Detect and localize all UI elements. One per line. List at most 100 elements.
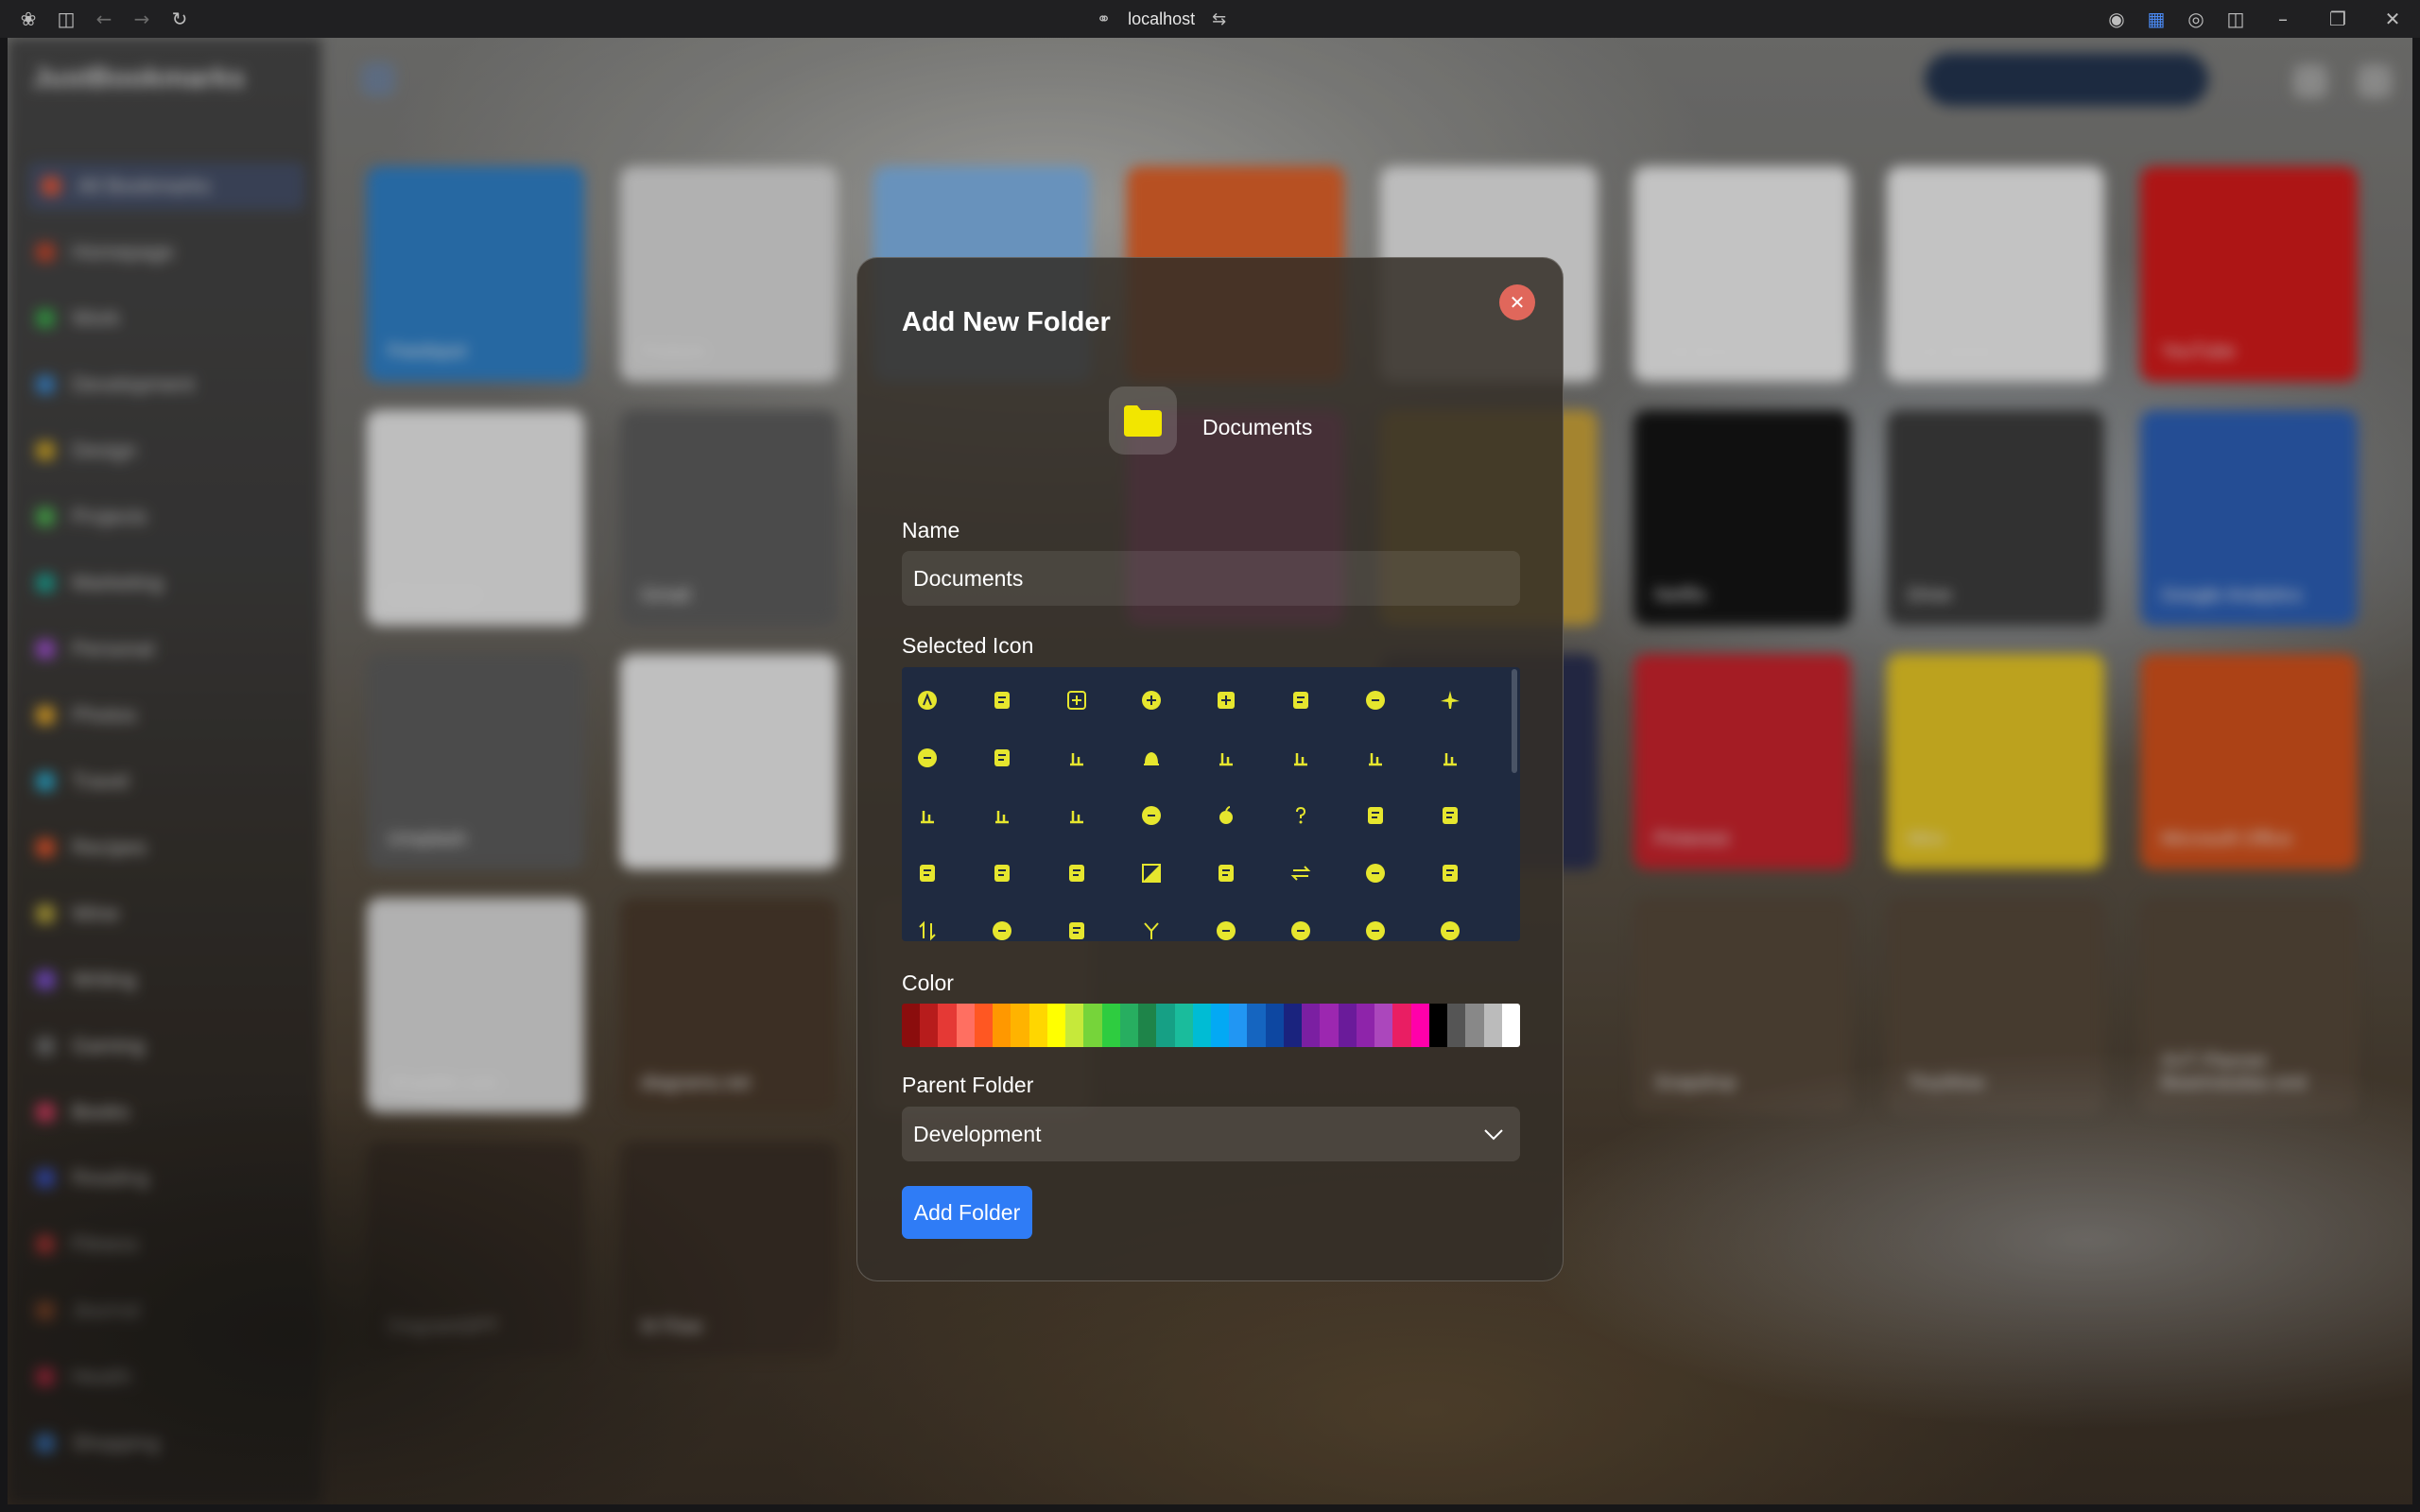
- color-swatch[interactable]: [1356, 1004, 1375, 1047]
- plus-circle-icon[interactable]: [1139, 688, 1164, 713]
- chevron-down-circle-icon[interactable]: [1214, 919, 1238, 941]
- parent-folder-select[interactable]: Development: [902, 1107, 1520, 1161]
- apple-icon[interactable]: [1214, 803, 1238, 828]
- color-swatch[interactable]: [1083, 1004, 1102, 1047]
- color-swatch[interactable]: [1192, 1004, 1211, 1047]
- color-swatch[interactable]: [1028, 1004, 1047, 1047]
- color-picker[interactable]: [902, 1004, 1520, 1047]
- arrows-updown-circle-icon[interactable]: [990, 919, 1014, 941]
- plus-square-icon[interactable]: [1064, 688, 1089, 713]
- arrows-circle-icon[interactable]: [1363, 861, 1388, 885]
- align-bottom-icon[interactable]: [1214, 746, 1238, 770]
- add-folder-button[interactable]: Add Folder: [902, 1186, 1032, 1239]
- color-swatch[interactable]: [920, 1004, 939, 1047]
- minimize-icon[interactable]: –: [2256, 0, 2310, 38]
- bookmark-flag-icon[interactable]: [1438, 803, 1462, 828]
- sidebar-toggle-icon[interactable]: ◫: [47, 0, 85, 38]
- selected-icon-label: Selected Icon: [902, 633, 1034, 658]
- split-view-icon[interactable]: ◫: [2216, 0, 2256, 38]
- color-swatch[interactable]: [956, 1004, 975, 1047]
- chevron-left-circle-icon[interactable]: [1363, 919, 1388, 941]
- align-center-icon[interactable]: [1288, 746, 1313, 770]
- color-swatch[interactable]: [1174, 1004, 1193, 1047]
- color-swatch[interactable]: [1119, 1004, 1139, 1047]
- forward-arrow-icon[interactable]: →: [123, 0, 161, 38]
- site-settings-icon[interactable]: ⇆: [1212, 9, 1226, 29]
- translate-icon[interactable]: ▦: [2136, 0, 2176, 38]
- color-swatch[interactable]: [1392, 1004, 1411, 1047]
- color-swatch[interactable]: [1465, 1004, 1484, 1047]
- icon-picker[interactable]: [902, 667, 1520, 941]
- clipboard-icon[interactable]: [915, 861, 940, 885]
- globe-icon[interactable]: ◎: [2176, 0, 2216, 38]
- color-swatch[interactable]: [1101, 1004, 1120, 1047]
- browser-toolbar: ❀ ◫ ← → ↻ ⚭ localhost ⇆ ◉ ▦ ◎ ◫ – ❐ ✕: [0, 0, 2420, 38]
- android-icon[interactable]: [1064, 803, 1089, 828]
- color-swatch[interactable]: [938, 1004, 957, 1047]
- swap-box-icon[interactable]: [1438, 861, 1462, 885]
- close-button[interactable]: ✕: [1499, 284, 1535, 320]
- align-top-icon[interactable]: [915, 803, 940, 828]
- arrows-swap-icon[interactable]: [1288, 861, 1313, 885]
- color-swatch[interactable]: [1247, 1004, 1266, 1047]
- color-swatch[interactable]: [1501, 1004, 1520, 1047]
- color-swatch[interactable]: [1065, 1004, 1084, 1047]
- close-window-icon[interactable]: ✕: [2365, 0, 2420, 38]
- bookmark-square-icon[interactable]: [1363, 803, 1388, 828]
- browser-logo-icon[interactable]: ❀: [9, 0, 47, 38]
- color-swatch[interactable]: [1410, 1004, 1429, 1047]
- color-swatch[interactable]: [1046, 1004, 1066, 1047]
- align-middle-icon[interactable]: [990, 803, 1014, 828]
- copy-plus-icon[interactable]: [1288, 688, 1313, 713]
- arrow-left-circle-icon[interactable]: [1438, 919, 1462, 941]
- restore-icon[interactable]: ❐: [2310, 0, 2365, 38]
- arrows-updown-icon[interactable]: [915, 919, 940, 941]
- color-swatch[interactable]: [1283, 1004, 1303, 1047]
- extension-icon[interactable]: ◉: [2097, 0, 2136, 38]
- arrows-updown-box-icon[interactable]: [1064, 919, 1089, 941]
- color-swatch[interactable]: [1138, 1004, 1157, 1047]
- aperture-icon[interactable]: [1139, 803, 1164, 828]
- arrow-down-circle-icon[interactable]: [1288, 919, 1313, 941]
- color-swatch[interactable]: [1483, 1004, 1502, 1047]
- color-swatch[interactable]: [993, 1004, 1011, 1047]
- help-icon[interactable]: [1288, 803, 1313, 828]
- color-swatch[interactable]: [1447, 1004, 1466, 1047]
- tool-icon[interactable]: [1064, 746, 1089, 770]
- color-swatch[interactable]: [1156, 1004, 1175, 1047]
- align-right-icon[interactable]: [1438, 746, 1462, 770]
- triangle-half-icon[interactable]: [1139, 861, 1164, 885]
- color-swatch[interactable]: [902, 1004, 921, 1047]
- color-swatch[interactable]: [1302, 1004, 1321, 1047]
- color-swatch[interactable]: [1338, 1004, 1357, 1047]
- color-swatch[interactable]: [1011, 1004, 1029, 1047]
- color-label: Color: [902, 971, 954, 995]
- archive-icon[interactable]: [990, 861, 1014, 885]
- color-swatch[interactable]: [1210, 1004, 1230, 1047]
- plane-icon[interactable]: [1438, 688, 1462, 713]
- plus-box-icon[interactable]: [1214, 688, 1238, 713]
- dialog-title: Add New Folder: [902, 307, 1111, 337]
- color-swatch[interactable]: [1265, 1004, 1284, 1047]
- color-swatch[interactable]: [1229, 1004, 1248, 1047]
- bookmark-check-icon[interactable]: [1214, 861, 1238, 885]
- branch-icon[interactable]: [1139, 919, 1164, 941]
- folder-name-input[interactable]: [902, 551, 1520, 606]
- bell-icon[interactable]: [1139, 746, 1164, 770]
- color-swatch[interactable]: [1320, 1004, 1339, 1047]
- color-swatch[interactable]: [1374, 1004, 1393, 1047]
- color-swatch[interactable]: [974, 1004, 994, 1047]
- color-swatch[interactable]: [1428, 1004, 1448, 1047]
- icon-picker-scrollbar[interactable]: [1512, 669, 1517, 773]
- align-left-icon[interactable]: [1363, 746, 1388, 770]
- activity-icon[interactable]: [990, 688, 1014, 713]
- a-circle-icon[interactable]: [915, 688, 940, 713]
- address-bar[interactable]: ⚭ localhost ⇆: [1097, 0, 1226, 38]
- browser-nav-group: ❀ ◫ ← → ↻: [9, 0, 199, 38]
- bookmark-icon[interactable]: [1064, 861, 1089, 885]
- alarm-icon[interactable]: [1363, 688, 1388, 713]
- back-arrow-icon[interactable]: ←: [85, 0, 123, 38]
- box-icon[interactable]: [990, 746, 1014, 770]
- reload-icon[interactable]: ↻: [161, 0, 199, 38]
- airplane-circle-icon[interactable]: [915, 746, 940, 770]
